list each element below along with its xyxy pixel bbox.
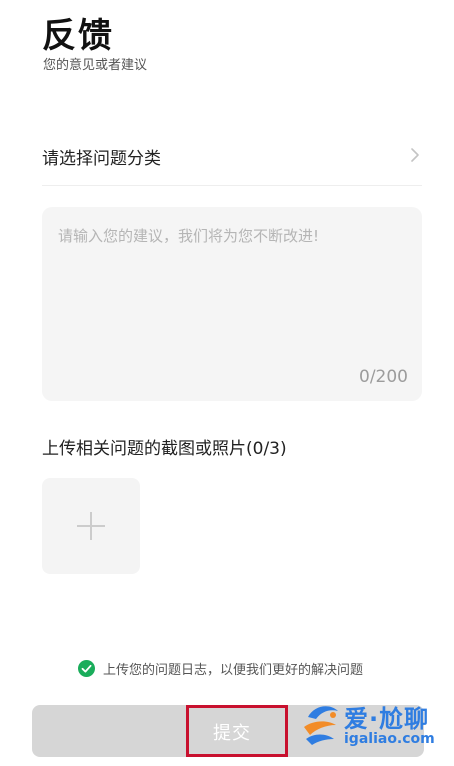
page-subtitle: 您的意见或者建议 [43,58,148,73]
chevron-right-icon [411,148,419,162]
watermark-logo-icon [304,706,338,745]
watermark: 爱·尬聊 igaliao.com [296,697,446,759]
category-label: 请选择问题分类 [42,149,161,169]
suggestion-input[interactable] [42,207,422,357]
submit-label: 提交 [213,723,251,744]
log-consent-text: 上传您的问题日志，以便我们更好的解决问题 [103,662,364,678]
check-circle-icon [78,659,95,677]
watermark-url: igaliao.com [344,731,435,747]
plus-icon [77,512,105,540]
add-photo-button[interactable] [42,478,140,574]
log-consent-checkbox[interactable]: 上传您的问题日志，以便我们更好的解决问题 [78,658,363,678]
char-counter: 0/200 [359,367,408,387]
upload-label: 上传相关问题的截图或照片(0/3) [42,439,287,459]
category-selector[interactable]: 请选择问题分类 [42,128,422,186]
page-title: 反馈 [42,16,114,56]
watermark-name: 爱·尬聊 [344,705,430,733]
suggestion-box: 0/200 [42,207,422,401]
